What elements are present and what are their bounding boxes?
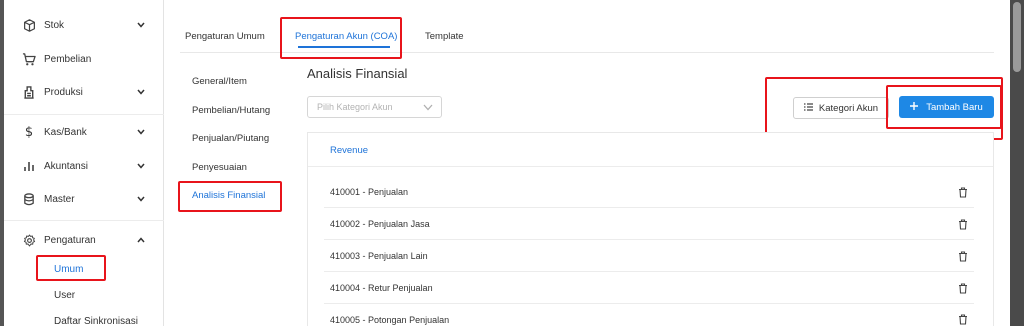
table-row[interactable]: 410004 - Retur Penjualan bbox=[324, 273, 974, 304]
sidebar-item-kas-bank[interactable]: $ Kas/Bank bbox=[4, 117, 164, 147]
sidebar-divider bbox=[4, 114, 164, 115]
box-icon bbox=[22, 18, 36, 32]
scrollbar-thumb[interactable] bbox=[1013, 2, 1021, 72]
account-name: 410002 - Penjualan Jasa bbox=[330, 219, 430, 229]
chevron-down-icon bbox=[136, 127, 146, 137]
sidebar-item-pembelian[interactable]: Pembelian bbox=[4, 44, 164, 74]
trash-icon[interactable] bbox=[958, 314, 968, 325]
tab-pengaturan-umum[interactable]: Pengaturan Umum bbox=[185, 31, 265, 42]
submenu-penyesuaian[interactable]: Penyesuaian bbox=[192, 162, 247, 173]
gear-icon bbox=[22, 233, 36, 247]
highlight-box bbox=[886, 85, 1002, 129]
sidebar: Stok Pembelian Produksi $ Kas/Bank Akunt… bbox=[4, 0, 164, 326]
submenu-general-item[interactable]: General/Item bbox=[192, 76, 247, 87]
sidebar-item-label: Kas/Bank bbox=[44, 126, 87, 138]
bar-chart-icon bbox=[22, 159, 36, 173]
chevron-down-icon bbox=[136, 20, 146, 30]
submenu-pembelian-hutang[interactable]: Pembelian/Hutang bbox=[192, 105, 270, 116]
table-row[interactable]: 410001 - Penjualan bbox=[324, 177, 974, 208]
chevron-up-icon bbox=[136, 235, 146, 245]
chevron-down-icon bbox=[136, 194, 146, 204]
table-row[interactable]: 410002 - Penjualan Jasa bbox=[324, 209, 974, 240]
account-name: 410004 - Retur Penjualan bbox=[330, 283, 433, 293]
highlight-box bbox=[178, 181, 282, 212]
category-select-placeholder: Pilih Kategori Akun bbox=[317, 102, 393, 112]
database-icon bbox=[22, 192, 36, 206]
sidebar-item-label: Stok bbox=[44, 19, 65, 31]
submenu-penjualan-piutang[interactable]: Penjualan/Piutang bbox=[192, 133, 269, 144]
factory-icon bbox=[22, 85, 36, 99]
sidebar-item-label: Pengaturan bbox=[44, 234, 96, 246]
sidebar-item-label: Pembelian bbox=[44, 53, 92, 65]
sidebar-item-produksi[interactable]: Produksi bbox=[4, 77, 164, 107]
sidebar-item-master[interactable]: Master bbox=[4, 184, 164, 214]
trash-icon[interactable] bbox=[958, 219, 968, 230]
account-name: 410003 - Penjualan Lain bbox=[330, 251, 428, 261]
sidebar-item-label: Akuntansi bbox=[44, 160, 88, 172]
account-name: 410001 - Penjualan bbox=[330, 187, 409, 197]
sidebar-item-label: Master bbox=[44, 193, 75, 205]
sidebar-item-akuntansi[interactable]: Akuntansi bbox=[4, 151, 164, 181]
sidebar-divider bbox=[4, 220, 164, 221]
sidebar-subitem-daftar-sinkronisasi[interactable]: Daftar Sinkronisasi bbox=[54, 316, 138, 326]
trash-icon[interactable] bbox=[958, 283, 968, 294]
category-header: Revenue bbox=[330, 145, 369, 156]
chevron-down-icon bbox=[136, 161, 146, 171]
category-select[interactable]: Pilih Kategori Akun bbox=[307, 96, 442, 118]
dollar-icon: $ bbox=[24, 124, 34, 140]
tab-template[interactable]: Template bbox=[425, 31, 464, 42]
highlight-box bbox=[36, 255, 106, 281]
sidebar-subitem-user[interactable]: User bbox=[54, 290, 75, 301]
table-row[interactable]: 410005 - Potongan Penjualan bbox=[324, 304, 974, 326]
category-divider bbox=[308, 166, 993, 167]
table-row[interactable]: 410003 - Penjualan Lain bbox=[324, 241, 974, 272]
chevron-down-icon bbox=[136, 87, 146, 97]
sidebar-item-pengaturan[interactable]: Pengaturan bbox=[4, 225, 164, 255]
page-title: Analisis Finansial bbox=[307, 66, 408, 81]
account-name: 410005 - Potongan Penjualan bbox=[330, 314, 450, 325]
sidebar-item-stok[interactable]: Stok bbox=[4, 10, 164, 40]
cart-icon bbox=[22, 52, 36, 66]
trash-icon[interactable] bbox=[958, 187, 968, 198]
app-window: Stok Pembelian Produksi $ Kas/Bank Akunt… bbox=[4, 0, 1010, 326]
trash-icon[interactable] bbox=[958, 251, 968, 262]
sidebar-item-label: Produksi bbox=[44, 86, 83, 98]
chevron-down-icon bbox=[423, 103, 433, 113]
highlight-box bbox=[280, 17, 402, 59]
